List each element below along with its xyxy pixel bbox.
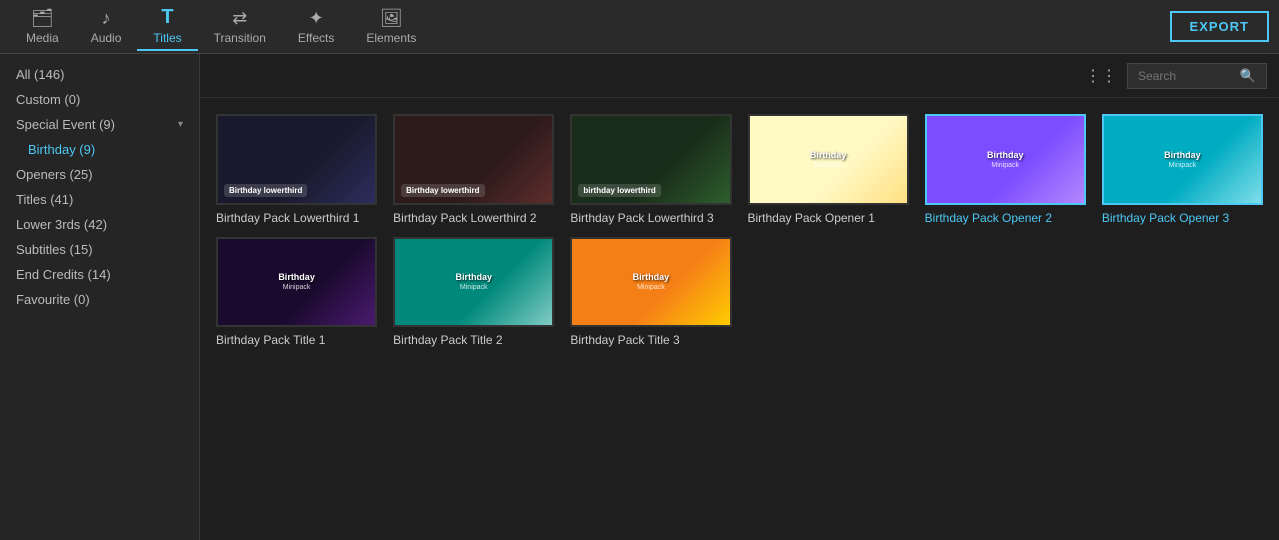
nav-item-titles[interactable]: T Titles <box>137 2 197 51</box>
thumb-title-text-opener3: Birthday <box>1164 150 1201 160</box>
effects-icon: ✦ <box>309 8 324 29</box>
thumb-sub-text-opener1: Minipack <box>814 162 842 169</box>
thumb-label-lowerthird2: Birthday Pack Lowerthird 2 <box>393 211 554 225</box>
grid-item-opener2[interactable]: Birthday Minipack Birthday Pack Opener 2 <box>925 114 1086 225</box>
titles-icon: T <box>161 6 173 29</box>
thumb-label-lowerthird1: Birthday Pack Lowerthird 1 <box>216 211 377 225</box>
thumb-title-text-title1: Birthday <box>278 272 315 282</box>
nav-item-media[interactable]: 🗂 Media <box>10 4 75 49</box>
thumb-opener1: Birthday Minipack <box>750 116 907 203</box>
thumb-wrapper-lowerthird1: Birthday lowerthird <box>216 114 377 205</box>
thumb-wrapper-title2: Birthday Minipack <box>393 237 554 328</box>
elements-icon: 🖼 <box>380 8 403 29</box>
thumb-lowerthird3: birthday lowerthird <box>572 116 729 203</box>
media-icon: 🗂 <box>31 8 54 29</box>
nav-label-media: Media <box>26 31 59 45</box>
sidebar-item-birthday[interactable]: Birthday (9) <box>0 137 199 162</box>
sidebar-item-end-credits[interactable]: End Credits (14) <box>0 262 199 287</box>
thumb-wrapper-lowerthird2: Birthday lowerthird <box>393 114 554 205</box>
nav-label-elements: Elements <box>366 31 416 45</box>
thumb-opener2: Birthday Minipack <box>927 116 1084 203</box>
special-event-label: Special Event (9) <box>16 117 115 132</box>
thumb-label-title1: Birthday Pack Title 1 <box>216 333 377 347</box>
thumb-lowerthird2: Birthday lowerthird <box>395 116 552 203</box>
grid-item-opener3[interactable]: Birthday Minipack Birthday Pack Opener 3 <box>1102 114 1263 225</box>
sidebar-item-titles[interactable]: Titles (41) <box>0 187 199 212</box>
grid-item-opener1[interactable]: Birthday Minipack Birthday Pack Opener 1 <box>748 114 909 225</box>
nav-label-titles: Titles <box>153 31 181 45</box>
nav-label-audio: Audio <box>91 31 122 45</box>
thumb-sub-text-title2: Minipack <box>460 284 488 291</box>
thumb-badge-lowerthird1: Birthday lowerthird <box>224 184 307 197</box>
thumb-label-opener2: Birthday Pack Opener 2 <box>925 211 1086 225</box>
thumb-opener3: Birthday Minipack <box>1104 116 1261 203</box>
thumb-badge-lowerthird2: Birthday lowerthird <box>401 184 484 197</box>
sidebar-item-custom[interactable]: Custom (0) <box>0 87 199 112</box>
content-toolbar: ⋮⋮ 🔍 <box>200 54 1279 98</box>
thumb-title3: Birthday Minipack <box>572 239 729 326</box>
main-area: All (146) Custom (0) Special Event (9) ▾… <box>0 54 1279 540</box>
thumb-sub-text-opener3: Minipack <box>1169 162 1197 169</box>
transition-icon: ⇄ <box>232 8 247 29</box>
thumb-wrapper-opener2: Birthday Minipack <box>925 114 1086 205</box>
thumb-wrapper-title3: Birthday Minipack <box>570 237 731 328</box>
nav-item-audio[interactable]: ♪ Audio <box>75 4 138 49</box>
thumb-wrapper-lowerthird3: birthday lowerthird <box>570 114 731 205</box>
search-input[interactable] <box>1138 69 1234 83</box>
thumb-title-text-title2: Birthday <box>455 272 492 282</box>
grid-item-lowerthird1[interactable]: Birthday lowerthird Birthday Pack Lowerth… <box>216 114 377 225</box>
sidebar-item-subtitles[interactable]: Subtitles (15) <box>0 237 199 262</box>
sidebar-item-all[interactable]: All (146) <box>0 62 199 87</box>
thumb-badge-lowerthird3: birthday lowerthird <box>578 184 660 197</box>
nav-label-transition: Transition <box>214 31 266 45</box>
sidebar-item-favourite[interactable]: Favourite (0) <box>0 287 199 312</box>
thumb-sub-text-opener2: Minipack <box>991 162 1019 169</box>
export-button[interactable]: EXPORT <box>1170 11 1269 42</box>
thumb-label-title3: Birthday Pack Title 3 <box>570 333 731 347</box>
grid-container: Birthday lowerthird Birthday Pack Lowerth… <box>200 98 1279 540</box>
thumb-label-lowerthird3: Birthday Pack Lowerthird 3 <box>570 211 731 225</box>
thumb-sub-text-title3: Minipack <box>637 284 665 291</box>
search-box: 🔍 <box>1127 63 1267 89</box>
content-area: ⋮⋮ 🔍 Birthday lowerthird Birthday Pack Lo… <box>200 54 1279 540</box>
grid-item-title2[interactable]: Birthday Minipack Birthday Pack Title 2 <box>393 237 554 348</box>
nav-item-effects[interactable]: ✦ Effects <box>282 4 350 49</box>
thumb-title1: Birthday Minipack <box>218 239 375 326</box>
thumb-title-text-title3: Birthday <box>633 272 670 282</box>
thumb-sub-text-title1: Minipack <box>283 284 311 291</box>
thumb-lowerthird1: Birthday lowerthird <box>218 116 375 203</box>
sidebar-item-openers[interactable]: Openers (25) <box>0 162 199 187</box>
grid-view-icon[interactable]: ⋮⋮ <box>1085 66 1117 86</box>
thumb-wrapper-opener1: Birthday Minipack <box>748 114 909 205</box>
search-icon: 🔍 <box>1240 68 1256 84</box>
thumb-title-text-opener1: Birthday <box>810 150 847 160</box>
thumb-label-opener3: Birthday Pack Opener 3 <box>1102 211 1263 225</box>
nav-item-transition[interactable]: ⇄ Transition <box>198 4 282 49</box>
nav-label-effects: Effects <box>298 31 334 45</box>
nav-item-elements[interactable]: 🖼 Elements <box>350 4 432 49</box>
grid-item-lowerthird2[interactable]: Birthday lowerthird Birthday Pack Lowerth… <box>393 114 554 225</box>
thumb-title2: Birthday Minipack <box>395 239 552 326</box>
sidebar: All (146) Custom (0) Special Event (9) ▾… <box>0 54 200 540</box>
thumb-title-text-opener2: Birthday <box>987 150 1024 160</box>
sidebar-item-lower3rds[interactable]: Lower 3rds (42) <box>0 212 199 237</box>
thumb-wrapper-title1: Birthday Minipack <box>216 237 377 328</box>
grid-item-title3[interactable]: Birthday Minipack Birthday Pack Title 3 <box>570 237 731 348</box>
thumb-label-title2: Birthday Pack Title 2 <box>393 333 554 347</box>
thumb-label-opener1: Birthday Pack Opener 1 <box>748 211 909 225</box>
sidebar-item-special-event[interactable]: Special Event (9) ▾ <box>0 112 199 137</box>
audio-icon: ♪ <box>102 8 111 29</box>
top-nav: 🗂 Media ♪ Audio T Titles ⇄ Transition ✦ … <box>0 0 1279 54</box>
grid-item-title1[interactable]: Birthday Minipack Birthday Pack Title 1 <box>216 237 377 348</box>
grid-item-lowerthird3[interactable]: birthday lowerthird Birthday Pack Lowerth… <box>570 114 731 225</box>
special-event-chevron: ▾ <box>178 119 183 130</box>
thumb-wrapper-opener3: Birthday Minipack <box>1102 114 1263 205</box>
